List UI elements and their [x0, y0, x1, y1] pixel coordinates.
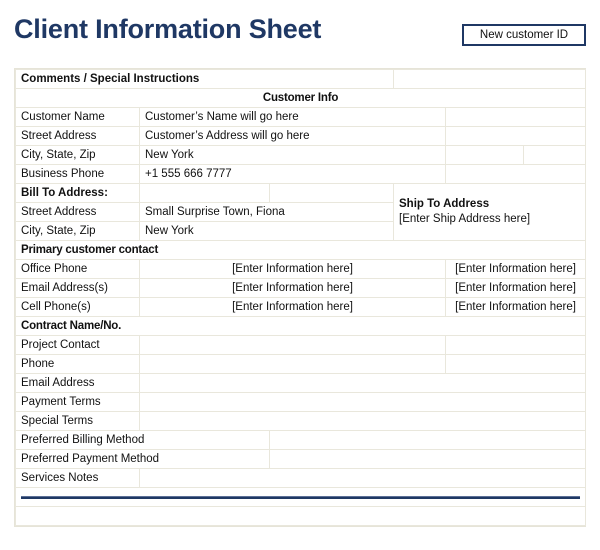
table-row: Special Terms — [15, 411, 587, 431]
label-payment-terms: Payment Terms — [15, 392, 140, 412]
value-preferred-billing-method[interactable] — [268, 430, 587, 450]
label-office-phone: Office Phone — [15, 259, 140, 279]
section-header-customer-info: Customer Info — [14, 88, 587, 108]
page-title: Client Information Sheet — [14, 14, 322, 44]
value-project-contact-extra[interactable] — [445, 335, 587, 355]
table-row: Phone — [15, 354, 587, 374]
label-city-state-zip: City, State, Zip — [15, 145, 140, 165]
table-row-comments: Comments / Special Instructions — [14, 69, 587, 89]
new-customer-id-button[interactable]: New customer ID — [462, 24, 586, 46]
table-row: Email Address — [15, 373, 587, 393]
page-header: Client Information Sheet New customer ID — [0, 0, 600, 65]
value-bill-city-state-zip[interactable]: New York — [138, 221, 395, 241]
sheet-grid: Comments / Special Instructions Customer… — [14, 69, 587, 526]
label-cell-phones: Cell Phone(s) — [15, 297, 140, 317]
label-bill-city-state-zip: City, State, Zip — [15, 221, 140, 241]
table-row: Business Phone +1 555 666 7777 — [15, 164, 587, 184]
table-row: City, State, Zip New York — [15, 145, 587, 165]
label-email-addresses: Email Address(s) — [15, 278, 140, 298]
value-business-phone[interactable]: +1 555 666 7777 — [138, 164, 447, 184]
value-customer-name-extra[interactable] — [445, 107, 587, 127]
value-business-phone-extra[interactable] — [445, 164, 587, 184]
table-row: Customer Name Customer’s Name will go he… — [15, 107, 587, 127]
value-payment-terms[interactable] — [138, 392, 587, 412]
footer-divider-line — [21, 495, 581, 499]
comments-label: Comments / Special Instructions — [14, 69, 395, 89]
label-special-terms: Special Terms — [15, 411, 140, 431]
label-project-contact: Project Contact — [15, 335, 140, 355]
value-email-addresses[interactable]: [Enter Information here] — [138, 278, 447, 298]
table-row: Cell Phone(s) [Enter Information here] [… — [15, 297, 587, 317]
value-services-notes[interactable] — [138, 468, 587, 488]
value-city-state-zip-extra-1[interactable] — [445, 145, 525, 165]
footer-rule-row — [14, 487, 587, 507]
comments-input-cell[interactable] — [393, 69, 587, 89]
ship-to-address-block[interactable]: Ship To Address [Enter Ship Address here… — [393, 183, 587, 241]
table-row: Project Contact — [15, 335, 587, 355]
table-row: Services Notes — [15, 468, 587, 488]
value-customer-name[interactable]: Customer’s Name will go here — [138, 107, 447, 127]
value-street-address-extra[interactable] — [445, 126, 587, 146]
section-title-customer-info: Customer Info — [14, 88, 587, 108]
label-street-address: Street Address — [15, 126, 140, 146]
table-row: Preferred Billing Method — [15, 430, 587, 450]
value-contract-phone-extra[interactable] — [445, 354, 587, 374]
bill-to-header-cell-2[interactable] — [268, 183, 395, 203]
table-row: Preferred Payment Method — [15, 449, 587, 469]
value-special-terms[interactable] — [138, 411, 587, 431]
label-customer-name: Customer Name — [15, 107, 140, 127]
value-project-contact[interactable] — [138, 335, 447, 355]
label-bill-to-address: Bill To Address: — [15, 183, 140, 203]
table-row: Street Address Customer’s Address will g… — [15, 126, 587, 146]
ship-to-address-placeholder: [Enter Ship Address here] — [399, 213, 531, 225]
value-city-state-zip-extra-2[interactable] — [523, 145, 587, 165]
value-bill-street-address[interactable]: Small Surprise Town, Fiona — [138, 202, 395, 222]
section-title-contract: Contract Name/No. — [14, 316, 587, 336]
footer-spacer-cell — [14, 506, 587, 526]
table-row: Office Phone [Enter Information here] [E… — [15, 259, 587, 279]
footer-rule-cell — [14, 487, 587, 507]
label-services-notes: Services Notes — [15, 468, 140, 488]
table-row-bill-to-header: Bill To Address: Ship To Address [Enter … — [15, 183, 587, 241]
information-sheet-table: Comments / Special Instructions Customer… — [14, 68, 587, 527]
table-row: Email Address(s) [Enter Information here… — [15, 278, 587, 298]
label-business-phone: Business Phone — [15, 164, 140, 184]
label-preferred-billing-method: Preferred Billing Method — [15, 430, 270, 450]
value-street-address[interactable]: Customer’s Address will go here — [138, 126, 447, 146]
value-contract-email[interactable] — [138, 373, 587, 393]
section-header-contract: Contract Name/No. — [14, 316, 587, 336]
label-contract-phone: Phone — [15, 354, 140, 374]
section-header-primary-contact: Primary customer contact — [14, 240, 587, 260]
value-contract-phone[interactable] — [138, 354, 447, 374]
value-preferred-payment-method[interactable] — [268, 449, 587, 469]
label-bill-street-address: Street Address — [15, 202, 140, 222]
table-row: Payment Terms — [15, 392, 587, 412]
value-office-phone[interactable]: [Enter Information here] — [138, 259, 447, 279]
value-cell-phones-alt[interactable]: [Enter Information here] — [445, 297, 587, 317]
value-email-addresses-alt[interactable]: [Enter Information here] — [445, 278, 587, 298]
label-preferred-payment-method: Preferred Payment Method — [15, 449, 270, 469]
client-information-sheet-page: Client Information Sheet New customer ID… — [0, 0, 600, 550]
section-title-primary-contact: Primary customer contact — [14, 240, 587, 260]
ship-to-address-title: Ship To Address — [399, 198, 490, 210]
value-office-phone-alt[interactable]: [Enter Information here] — [445, 259, 587, 279]
bill-to-header-cell-1[interactable] — [139, 183, 270, 203]
value-city-state-zip[interactable]: New York — [138, 145, 447, 165]
footer-spacer-row — [14, 506, 587, 526]
value-cell-phones[interactable]: [Enter Information here] — [138, 297, 447, 317]
label-contract-email: Email Address — [15, 373, 140, 393]
